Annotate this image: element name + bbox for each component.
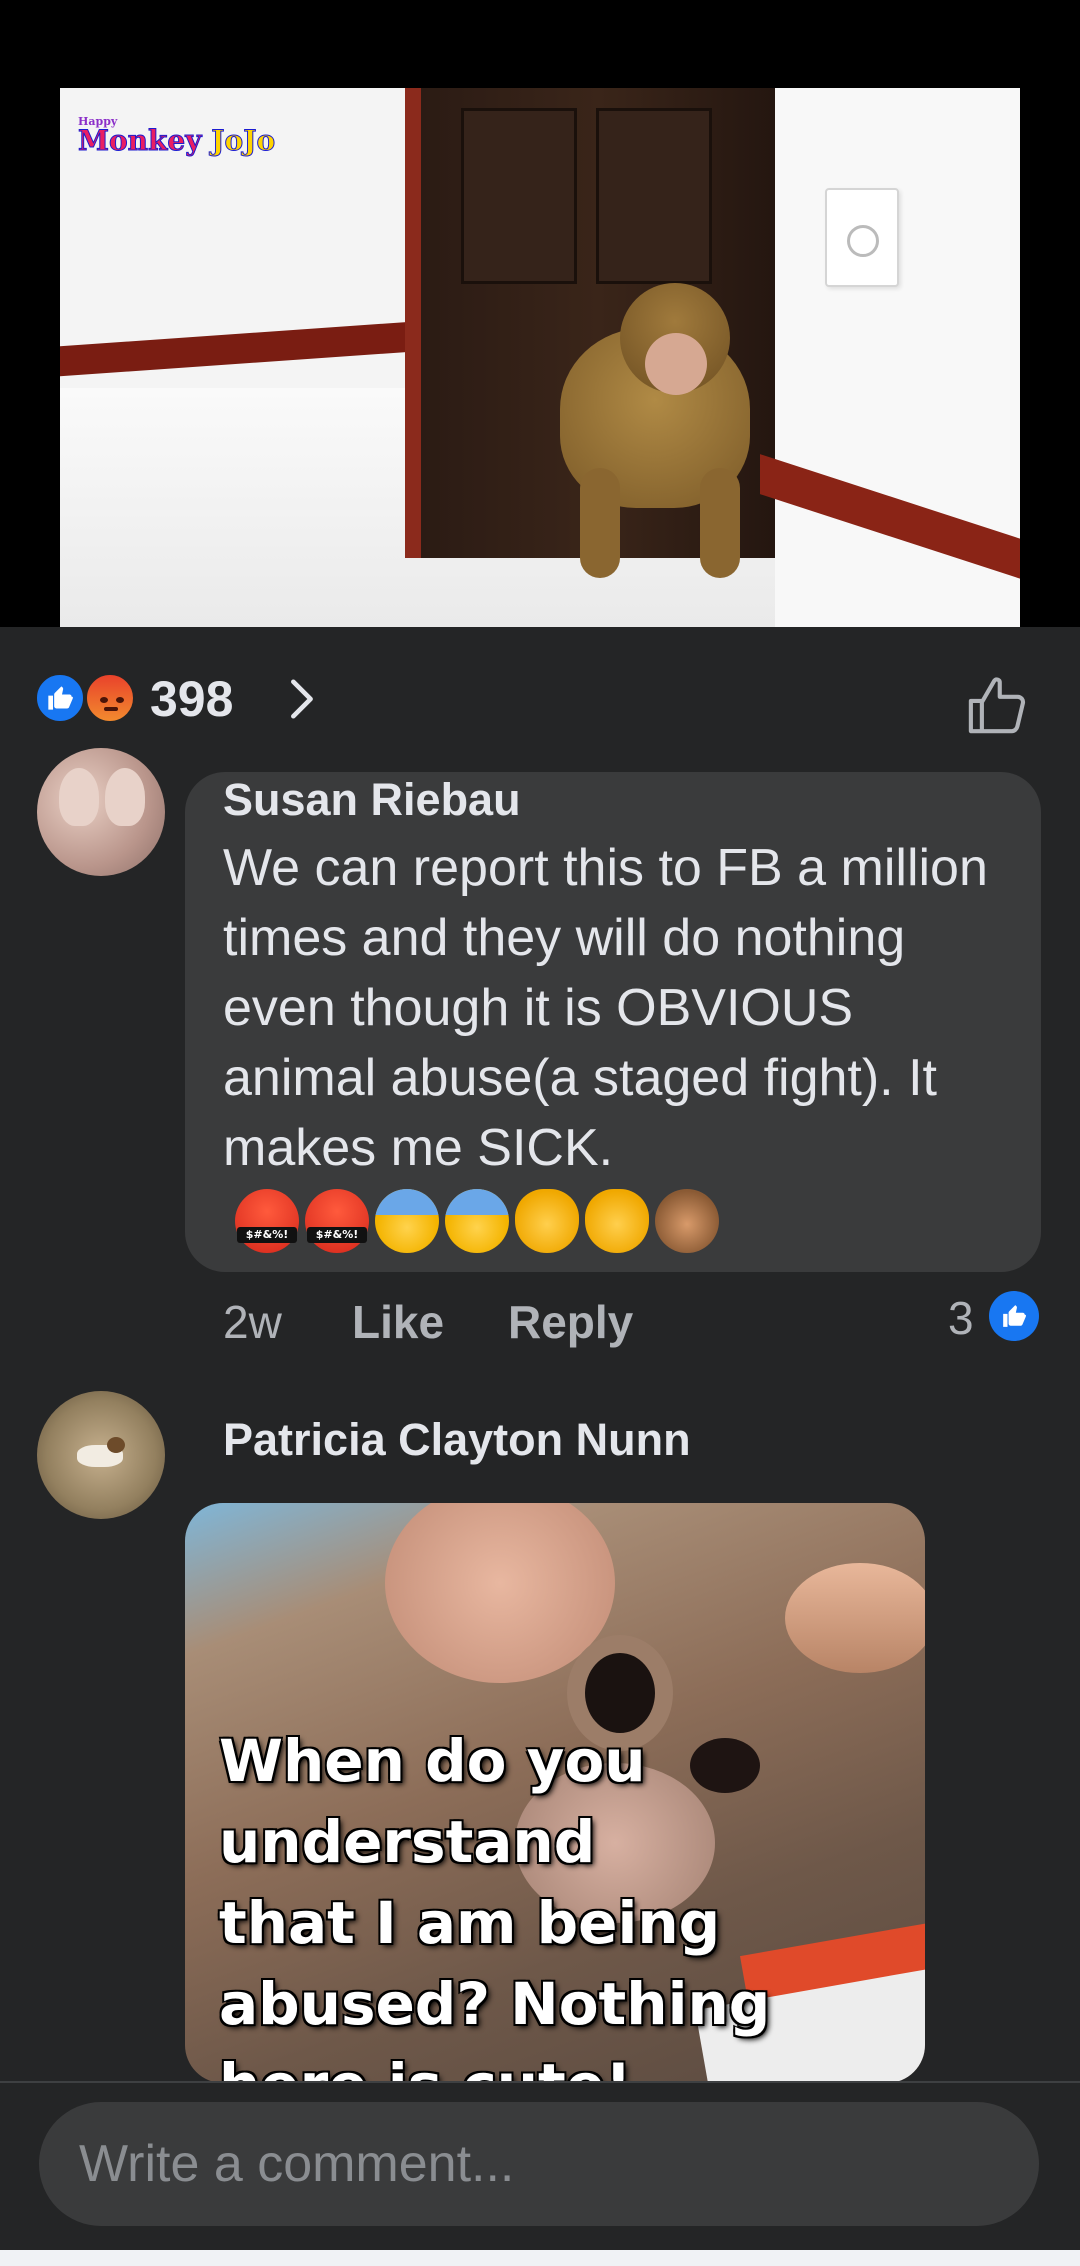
cuss-symbol: $#&%! xyxy=(307,1227,367,1244)
angry-mouth xyxy=(104,707,118,711)
angry-face-icon xyxy=(84,672,136,724)
face-with-symbols-icon: $#&%! xyxy=(235,1189,299,1254)
avatar[interactable] xyxy=(37,748,165,876)
cuss-symbol: $#&%! xyxy=(237,1227,297,1244)
anxious-sweat-icon xyxy=(375,1189,439,1254)
face-with-symbols-icon: $#&%! xyxy=(305,1189,369,1254)
avatar[interactable] xyxy=(37,1391,165,1519)
monkey-leg xyxy=(580,468,620,578)
comment-body: We can report this to FB a million times… xyxy=(223,839,988,1177)
avatar-figure xyxy=(105,768,145,826)
avatar-figure xyxy=(59,768,99,826)
monkey-leg xyxy=(700,468,740,578)
crying-cat-icon xyxy=(585,1189,649,1254)
angry-eye xyxy=(100,697,108,703)
logo-word-2: JoJo xyxy=(211,124,276,157)
anxious-sweat-icon xyxy=(445,1189,509,1254)
door-panel xyxy=(461,108,577,284)
video-player[interactable]: Happy Monkey JoJo xyxy=(0,0,1080,627)
thumbs-up-icon xyxy=(34,672,86,724)
angry-eye xyxy=(116,697,124,703)
channel-logo: Happy Monkey JoJo xyxy=(78,116,276,157)
reaction-count[interactable]: 398 xyxy=(150,670,233,728)
comment-author[interactable]: Susan Riebau xyxy=(223,772,521,828)
comment-timestamp[interactable]: 2w xyxy=(223,1292,282,1352)
thumbs-up-icon[interactable] xyxy=(989,1291,1039,1341)
logo-word-1: Monkey xyxy=(78,124,203,157)
image-monkey-ear xyxy=(385,1503,615,1683)
power-outlet xyxy=(825,188,899,287)
video-thumbnail[interactable]: Happy Monkey JoJo xyxy=(60,88,1020,627)
comment-image[interactable]: When do you understand that I am being a… xyxy=(185,1503,925,2083)
comment-like-button[interactable]: Like xyxy=(352,1292,444,1352)
comment-reply-button[interactable]: Reply xyxy=(508,1292,633,1352)
emoji-sequence: $#&%! $#&%! xyxy=(223,1189,719,1254)
see-no-evil-monkey-icon xyxy=(655,1189,719,1254)
monkey-face xyxy=(645,333,707,395)
avatar-dog xyxy=(77,1437,125,1467)
reaction-summary[interactable] xyxy=(34,672,144,726)
comment-text: We can report this to FB a million times… xyxy=(223,833,1013,1254)
image-caption-text: When do you understand that I am being a… xyxy=(219,1727,771,2083)
bottom-edge xyxy=(0,2250,1080,2266)
comment-like-count[interactable]: 3 xyxy=(948,1292,974,1344)
comment-author[interactable]: Patricia Clayton Nunn xyxy=(223,1412,691,1468)
crying-cat-icon xyxy=(515,1189,579,1254)
comment-input[interactable] xyxy=(39,2102,1039,2226)
like-button-icon[interactable] xyxy=(962,672,1032,738)
chevron-right-icon[interactable] xyxy=(278,676,324,722)
door-panel xyxy=(596,108,712,284)
image-finger xyxy=(785,1563,925,1673)
